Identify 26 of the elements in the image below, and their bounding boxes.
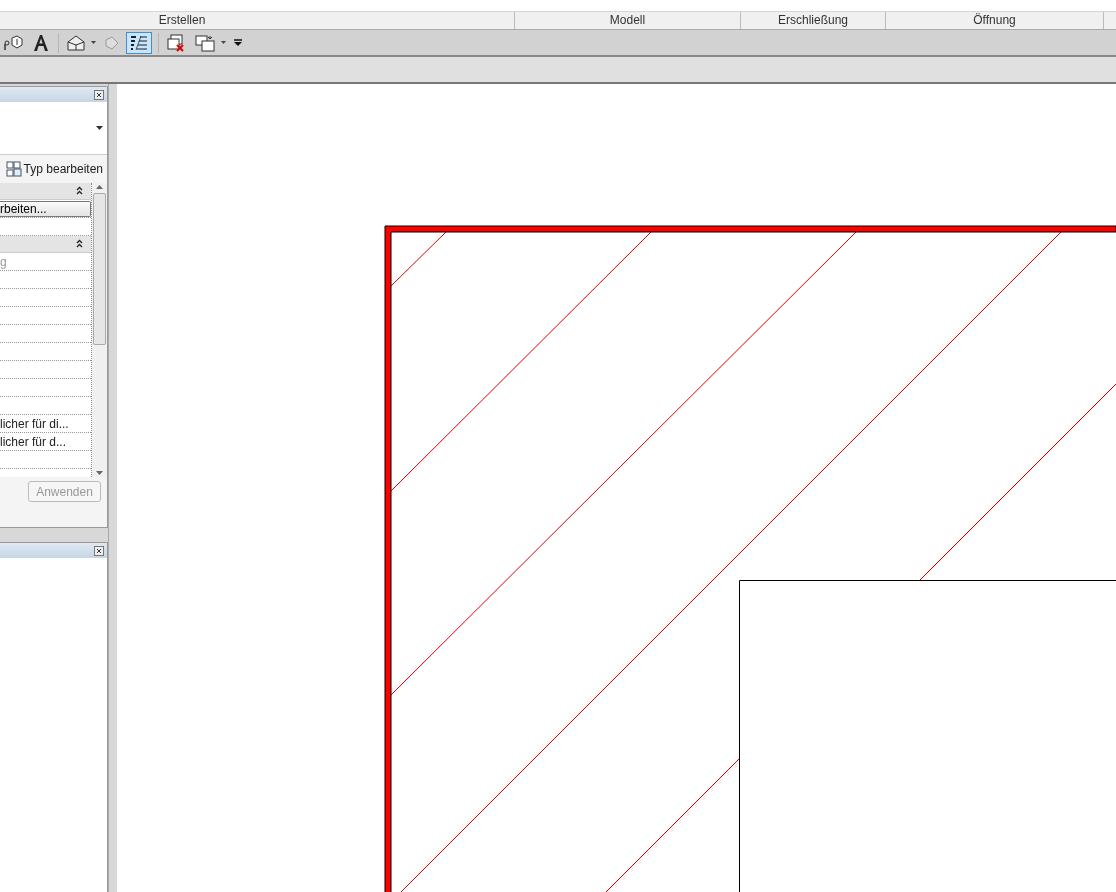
customize-icon — [233, 38, 243, 47]
ribbon-panel-label[interactable]: Modell — [515, 12, 741, 29]
caret-icon[interactable] — [221, 41, 226, 44]
property-value: licher für d... — [0, 434, 67, 449]
type-properties-icon — [5, 161, 22, 177]
caret-icon[interactable] — [91, 41, 96, 44]
edit-type-button[interactable]: Typ bearbeiten — [5, 161, 103, 177]
text-icon — [33, 33, 49, 52]
caret-icon — [96, 126, 103, 130]
ribbon-panel-label[interactable]: Erschließung — [741, 12, 886, 29]
property-value: licher für di... — [0, 416, 69, 431]
property-value: g — [0, 254, 7, 269]
close-icon[interactable] — [94, 545, 104, 556]
thin-lines-icon — [129, 33, 149, 52]
edit-button[interactable]: rbeiten... — [0, 200, 91, 217]
house-icon — [66, 33, 86, 52]
ribbon-panel-label[interactable]: Öffnung — [886, 12, 1104, 29]
ribbon-panel-label[interactable]: Erstellen — [0, 12, 515, 29]
thin-lines-button[interactable] — [126, 31, 152, 54]
close-windows-icon — [166, 33, 186, 52]
scrollbar[interactable] — [92, 183, 107, 477]
scroll-down-icon[interactable] — [96, 471, 103, 475]
tag-icon — [3, 33, 25, 52]
switch-windows-icon — [194, 33, 216, 52]
scroll-up-icon[interactable] — [96, 185, 103, 189]
close-icon[interactable] — [94, 89, 104, 100]
